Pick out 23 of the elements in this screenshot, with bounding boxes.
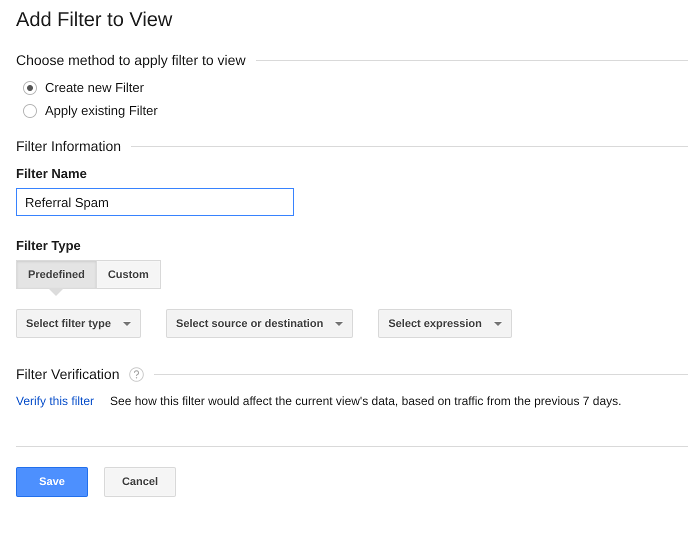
- dropdown-button[interactable]: Select filter type: [16, 309, 141, 338]
- radio-button[interactable]: [23, 80, 37, 94]
- section-heading: Filter Verification: [16, 366, 120, 382]
- caret-icon: [494, 322, 502, 326]
- verification-description: See how this filter would affect the current view's data, based on traffic from the previous 7 days.: [110, 394, 622, 408]
- radio-label: Apply existing Filter: [45, 103, 158, 118]
- cancel-button[interactable]: Cancel: [104, 467, 176, 497]
- tab-pointer-icon: [49, 289, 64, 296]
- radio-button[interactable]: [23, 104, 37, 118]
- section-heading: Filter Information: [16, 138, 122, 154]
- field-label: Filter Type: [16, 238, 82, 253]
- verify-link[interactable]: Verify this filter: [16, 394, 94, 408]
- caret-icon: [122, 322, 131, 326]
- filter-type-tab[interactable]: Custom: [96, 260, 161, 289]
- filter-name-field[interactable]: Referral Spam: [16, 188, 294, 216]
- field-label: Filter Name: [16, 166, 88, 181]
- dropdown-button[interactable]: Select source or destination: [166, 309, 354, 338]
- help-icon[interactable]: [129, 366, 144, 382]
- page-title: Add Filter to View: [16, 8, 174, 33]
- caret-icon: [335, 322, 344, 326]
- radio-label: Create new Filter: [45, 80, 144, 95]
- dropdown-button[interactable]: Select expression: [378, 309, 512, 338]
- section-heading: Choose method to apply filter to view: [16, 52, 246, 68]
